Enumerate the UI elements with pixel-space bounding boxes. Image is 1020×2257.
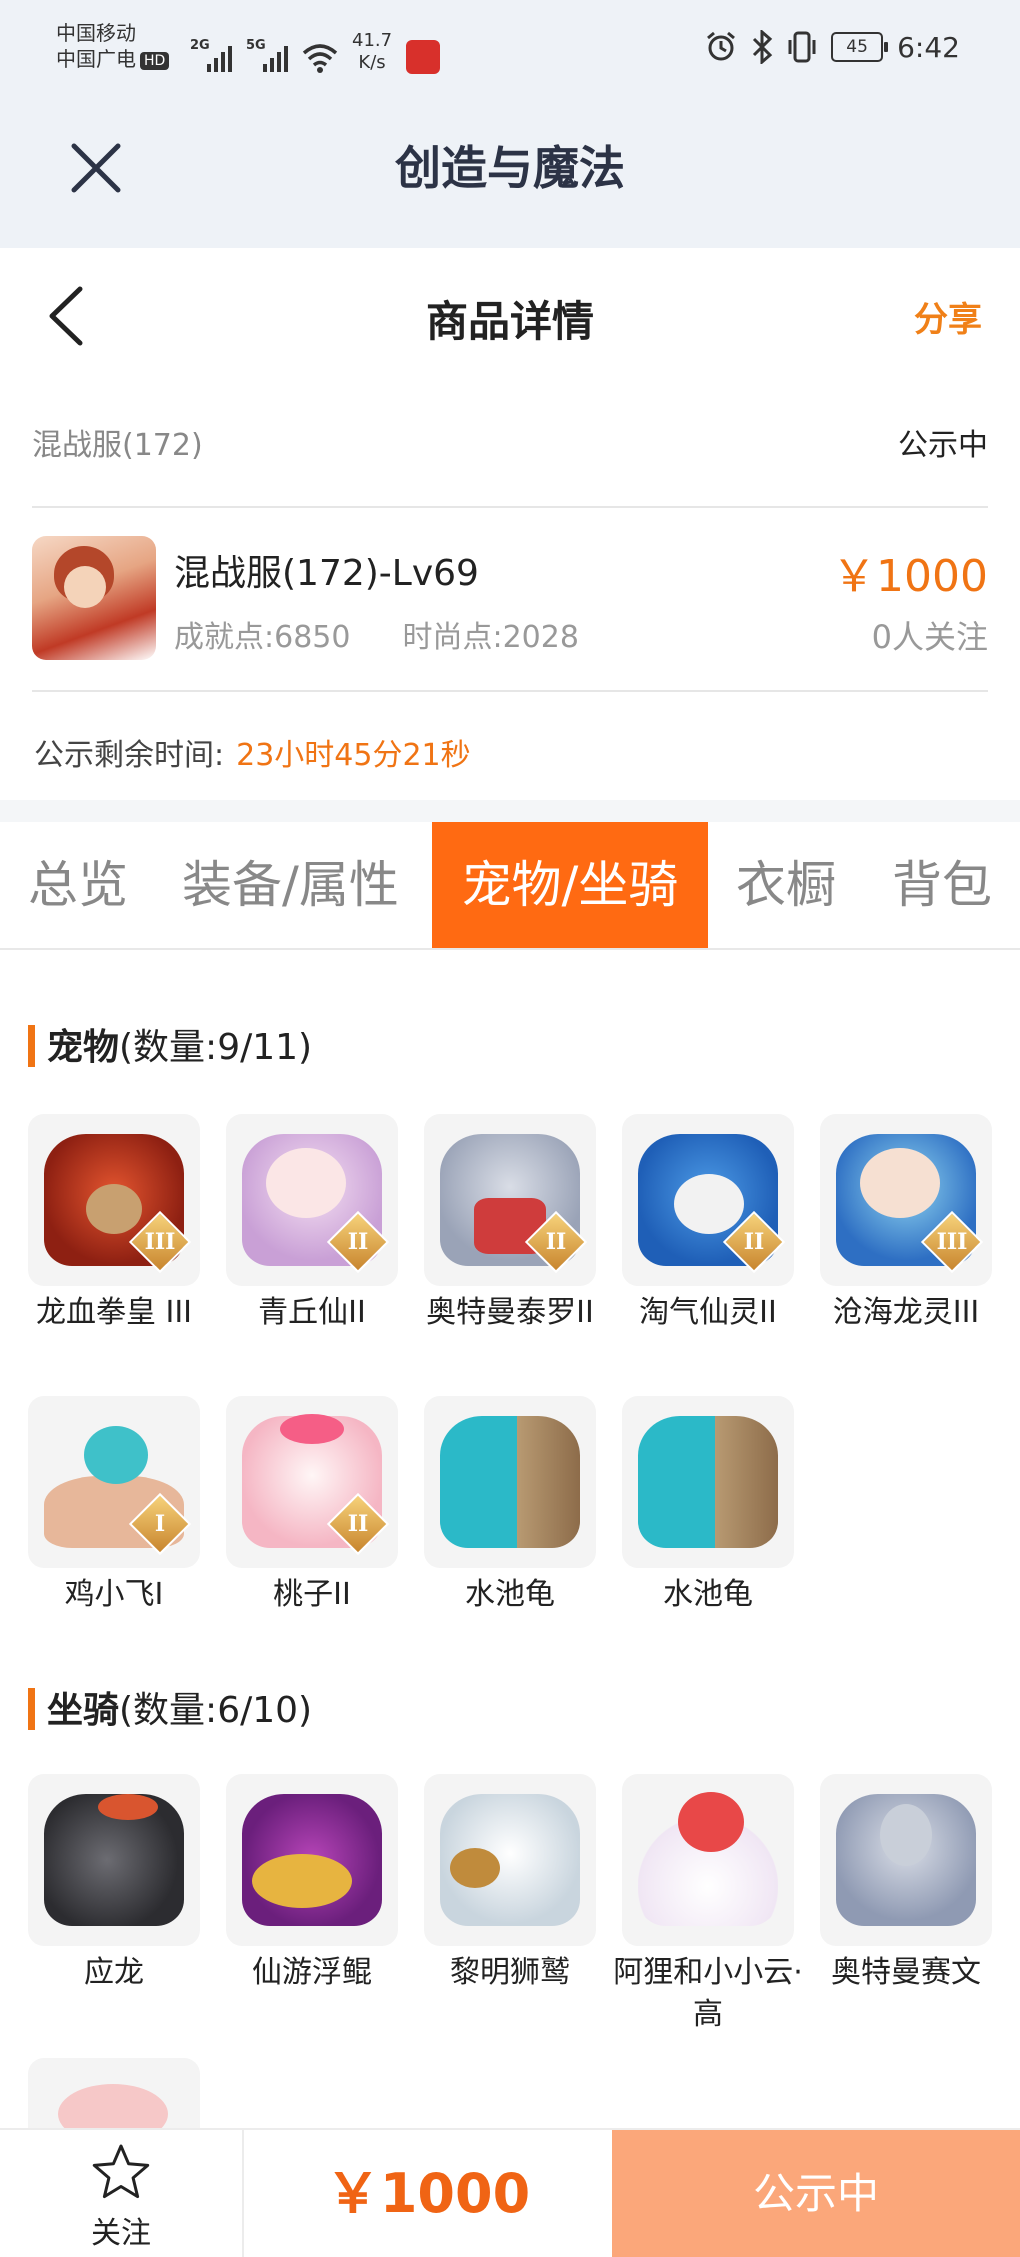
signal-group: 2G 5G 41.7 K/s [190,30,441,74]
mount-item[interactable] [28,2058,200,2128]
signal-5g-icon: 5G [246,38,288,74]
mounts-count: (数量:6/10) [119,1690,313,1731]
wifi-icon [302,44,338,73]
mount-name: 仙游浮鲲 [252,1955,372,1990]
remaining-value: 23小时45分21秒 [236,738,471,773]
pet-name: 奥特曼泰罗II [426,1295,594,1330]
bottom-price: ￥1000 [325,2162,531,2225]
pet-item[interactable]: I 鸡小飞I [28,1396,200,1616]
pet-item[interactable]: III 沧海龙灵III [820,1114,992,1334]
product-meta: 成就点:6850 时尚点:2028 [174,612,579,656]
mount-item[interactable]: 阿狸和小小云·高 [613,1774,803,2036]
app-title: 创造与魔法 [395,141,625,195]
mounts-section-title: 坐骑(数量:6/10) [28,1681,312,1733]
app-notification-icon [406,40,441,74]
tab-bar: 总览 装备/属性 宠物/坐骑 衣橱 背包 [0,822,1020,950]
mount-name: 黎明狮鹫 [450,1955,570,1990]
pets-title: 宠物 [47,1027,120,1068]
publicity-status-button[interactable]: 公示中 [612,2130,1020,2257]
pet-grade: II [743,1229,765,1255]
bluetooth-icon [753,30,773,64]
carrier-2-label: 中国广电 [56,47,136,71]
server-row: 混战服(172) 公示中 [32,420,988,468]
alarm-icon [707,31,736,61]
product-card: 混战服(172)-Lv69 成就点:6850 时尚点:2028 ￥1000 0人关… [32,536,988,666]
mount-item[interactable]: 奥特曼赛文 [820,1774,992,1994]
remaining-time: 公示剩余时间: 23小时45分21秒 [34,730,471,774]
achievement-points: 成就点:6850 [174,620,351,655]
follow-button[interactable]: 关注 [0,2130,244,2257]
pet-grade: II [347,1229,369,1255]
section-gap [0,800,1020,822]
pet-item[interactable]: II 桃子II [226,1396,398,1616]
pet-name: 水池龟 [465,1577,555,1612]
mount-item[interactable]: 黎明狮鹫 [424,1774,596,1994]
pet-grade: II [347,1511,369,1537]
tab-equipment[interactable]: 装备/属性 [182,822,399,948]
pet-name: 鸡小飞I [64,1577,164,1612]
pet-item[interactable]: II 淘气仙灵II [622,1114,794,1334]
battery-icon: 45 [831,32,889,62]
mounts-title: 坐骑 [47,1690,120,1731]
status-right: 45 6:42 [705,30,960,64]
carrier-info: 中国移动 中国广电 HD [56,20,170,72]
fashion-points: 时尚点:2028 [402,620,579,655]
section-accent-bar [28,1688,35,1730]
product-price: ￥1000 [832,551,988,602]
server-name: 混战服(172) [32,428,203,463]
publicity-status: 公示中 [898,428,988,463]
hd-badge: HD [140,51,170,70]
section-accent-bar [28,1025,35,1067]
mount-name: 阿狸和小小云·高 [613,1955,803,2032]
pet-item[interactable]: II 青丘仙II [226,1114,398,1334]
signal-2g-icon: 2G [190,38,232,74]
follow-label: 关注 [91,2216,151,2251]
page-title: 商品详情 [425,297,594,346]
pet-name: 水池龟 [663,1577,753,1612]
pet-grade: III [936,1229,968,1255]
share-button[interactable]: 分享 [914,292,982,341]
remaining-label: 公示剩余时间: [34,738,225,773]
product-name: 混战服(172)-Lv69 [174,553,479,594]
pet-name: 龙血拳皇 III [35,1295,193,1330]
pets-section-title: 宠物(数量:9/11) [28,1018,312,1070]
character-avatar [32,536,156,660]
net-speed: 41.7 K/s [352,30,392,74]
net-speed-value: 41.7 [352,30,393,51]
star-icon [92,2144,150,2199]
vibrate-icon [788,31,816,63]
pet-grade: I [154,1511,166,1537]
pet-item[interactable]: II 奥特曼泰罗II [424,1114,596,1334]
mount-name: 奥特曼赛文 [831,1955,981,1990]
pet-item[interactable]: 水池龟 [622,1396,794,1616]
pets-count: (数量:9/11) [119,1027,313,1068]
pet-name: 桃子II [273,1577,351,1612]
tab-backpack[interactable]: 背包 [892,822,992,948]
follower-count: 0人关注 [871,618,988,656]
divider [32,506,988,508]
tab-pets-mounts[interactable]: 宠物/坐骑 [432,822,708,948]
pet-grade: II [545,1229,567,1255]
tab-overview[interactable]: 总览 [28,822,128,948]
mount-item[interactable]: 仙游浮鲲 [226,1774,398,1994]
mount-name: 应龙 [84,1955,144,1990]
pet-item[interactable]: III 龙血拳皇 III [28,1114,200,1334]
pet-grade: III [144,1229,176,1255]
bottom-action-bar: 关注 ￥1000 公示中 [0,2128,1020,2257]
mount-item[interactable]: 应龙 [28,1774,200,1994]
pet-name: 淘气仙灵II [639,1295,777,1330]
pet-item[interactable]: 水池龟 [424,1396,596,1616]
top-area: 中国移动 中国广电 HD 2G 5G 41.7 K/s 45 6:42 创造与魔… [0,0,1020,248]
tab-wardrobe[interactable]: 衣橱 [736,822,836,948]
clock: 6:42 [897,30,960,64]
carrier-1: 中国移动 [56,21,136,45]
pet-name: 青丘仙II [258,1295,366,1330]
divider [32,690,988,692]
pet-name: 沧海龙灵III [832,1295,980,1330]
net-speed-unit: K/s [358,52,386,73]
carrier-2: 中国广电 HD [56,46,170,72]
